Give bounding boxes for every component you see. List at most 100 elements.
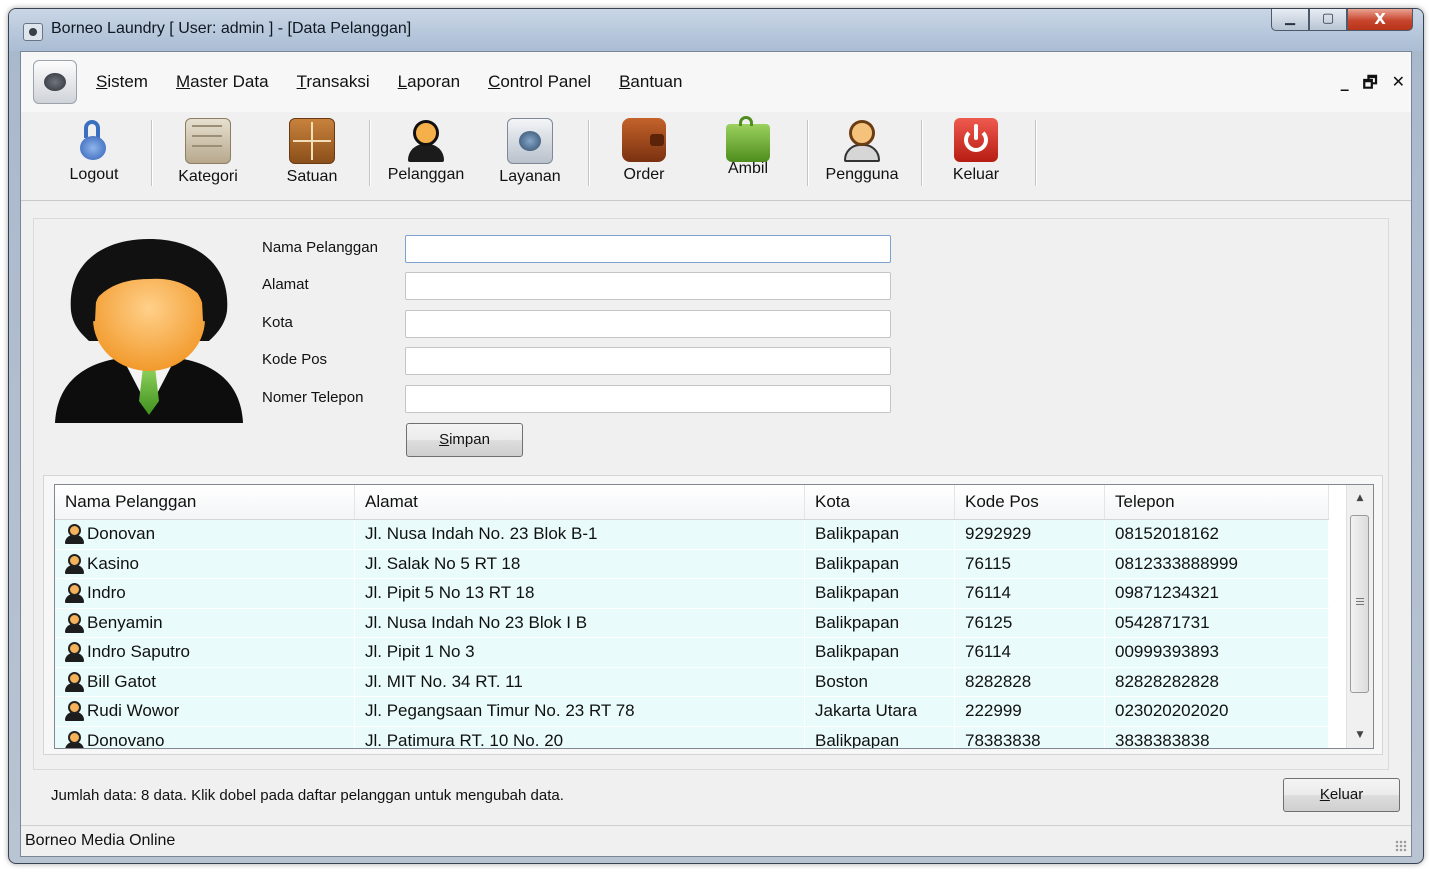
status-bar: Borneo Media Online [21,825,1411,856]
cell-kota: Balikpapan [805,520,955,548]
mdi-controls: _ 🗗 ✕ [1341,72,1405,99]
toolbar-separator [588,120,590,186]
nomer-telepon-label: Nomer Telepon [262,389,364,406]
cell-kode-pos: 8282828 [955,667,1105,696]
app-icon[interactable] [23,23,43,41]
simpan-button[interactable]: Simpan [406,423,523,457]
toolbar-layanan-label: Layanan [499,168,561,185]
toolbar-separator [807,120,809,186]
toolbar-ambil-label: Ambil [727,160,768,177]
column-header-telepon[interactable]: Telepon [1105,485,1329,519]
customer-row-icon [63,671,85,693]
menu-master-data-mnemonic: M [175,72,191,91]
main-window: Borneo Laundry [ User: admin ] - [Data P… [8,8,1424,864]
scroll-down-arrow-icon[interactable]: ▼ [1347,724,1373,746]
toolbar-kategori-button[interactable]: Kategori [165,118,251,192]
grid-icon [289,118,335,164]
toolbar-satuan-button[interactable]: Satuan [269,118,355,192]
scrollbar-thumb[interactable] [1350,515,1369,693]
customer-name-text: Donovan [87,524,156,543]
cell-alamat: Jl. Nusa Indah No 23 Blok I B [355,608,805,637]
cell-telepon: 023020202020 [1105,697,1329,725]
keluar-button[interactable]: Keluar [1283,778,1400,812]
cell-alamat: Jl. Pipit 5 No 13 RT 18 [355,579,805,607]
kode-pos-input[interactable] [405,347,891,375]
customer-list-frame: Nama Pelanggan Alamat Kota Kode Pos Tele… [43,475,1383,755]
lock-icon [72,118,116,162]
table-row[interactable]: Kasino Jl. Salak No 5 RT 18 Balikpapan 7611… [55,549,1329,579]
customer-name-text: Bill Gatot [87,671,156,691]
kota-input[interactable] [405,310,891,338]
menu-master-data[interactable]: Master Data [176,72,269,92]
table-row[interactable]: Indro Jl. Pipit 5 No 13 RT 18 Balikpapan 76… [55,579,1329,609]
customer-name-text: Rudi Wowor [87,701,180,720]
customer-name-text: Indro [87,583,126,602]
cell-kode-pos: 76114 [955,638,1105,666]
cell-telepon: 08152018162 [1105,520,1329,548]
kota-label: Kota [262,314,293,331]
mdi-minimize-button[interactable]: _ [1341,72,1349,99]
menu-sistem[interactable]: Sistem [96,72,148,92]
column-header-kode-pos[interactable]: Kode Pos [955,485,1105,519]
status-text: Borneo Media Online [25,832,176,849]
table-row[interactable]: Donovano Jl. Patimura RT. 10 No. 20 Balikp… [55,726,1329,748]
toolbar-order-button[interactable]: Order [601,118,687,192]
minimize-button[interactable]: ▁ [1271,9,1309,31]
cell-telepon: 0542871731 [1105,608,1329,637]
maximize-button[interactable]: ▢ [1309,9,1347,31]
mdi-close-button[interactable]: ✕ [1392,72,1405,99]
resize-grip-icon[interactable] [1395,840,1407,852]
alamat-input[interactable] [405,272,891,300]
washer-icon [507,118,553,164]
column-header-alamat[interactable]: Alamat [355,485,805,519]
customer-avatar-icon [55,239,243,423]
cell-nama: Donovano [55,726,355,748]
table-row[interactable]: Indro Saputro Jl. Pipit 1 No 3 Balikpapan 7… [55,638,1329,668]
cell-kode-pos: 222999 [955,697,1105,725]
title-bar[interactable]: Borneo Laundry [ User: admin ] - [Data P… [9,9,1423,51]
menu-transaksi[interactable]: Transaksi [297,72,370,92]
column-header-nama[interactable]: Nama Pelanggan [55,485,355,519]
application-menu-button[interactable] [33,60,77,104]
menu-control-panel-label: ontrol Panel [500,72,592,91]
table-row[interactable]: Rudi Wowor Jl. Pegangsaan Timur No. 23 RT… [55,697,1329,727]
toolbar-logout-button[interactable]: Logout [51,118,137,192]
toolbar-keluar-button[interactable]: Keluar [933,118,1019,192]
cell-alamat: Jl. MIT No. 34 RT. 11 [355,667,805,696]
vertical-scrollbar[interactable]: ▲ ▼ [1346,485,1373,748]
nomer-telepon-input[interactable] [405,385,891,413]
customer-table[interactable]: Nama Pelanggan Alamat Kota Kode Pos Tele… [54,484,1374,749]
cabinet-icon [185,118,231,164]
column-header-kota[interactable]: Kota [805,485,955,519]
toolbar-ambil-button[interactable]: Ambil [705,116,791,192]
table-header: Nama Pelanggan Alamat Kota Kode Pos Tele… [55,485,1329,520]
mdi-restore-button[interactable]: 🗗 [1363,72,1378,99]
nama-pelanggan-label: Nama Pelanggan [262,239,378,256]
close-button[interactable]: X [1347,9,1413,31]
table-row[interactable]: Benyamin Jl. Nusa Indah No 23 Blok I B Bal… [55,608,1329,638]
toolbar-order-label: Order [623,166,665,183]
nama-pelanggan-input[interactable] [405,235,891,263]
cell-telepon: 00999393893 [1105,638,1329,666]
customer-row-icon [63,612,85,634]
menu-laporan[interactable]: Laporan [398,72,460,92]
simpan-mnemonic: S [439,431,450,448]
scroll-up-arrow-icon[interactable]: ▲ [1347,487,1373,509]
toolbar-layanan-button[interactable]: Layanan [487,118,573,192]
toolbar-pelanggan-button[interactable]: Pelanggan [381,118,471,192]
menu-sistem-mnemonic: S [96,72,108,91]
customer-name-text: Kasino [87,553,139,573]
cell-telepon: 0812333888999 [1105,549,1329,578]
toolbar-kategori-label: Kategori [178,168,238,185]
toolbar-separator [1035,120,1037,186]
cell-nama: Benyamin [55,608,355,637]
menu-bantuan[interactable]: Bantuan [619,72,682,92]
table-row[interactable]: Donovan Jl. Nusa Indah No. 23 Blok B-1 Bal… [55,520,1329,550]
cell-nama: Kasino [55,549,355,578]
table-row[interactable]: Bill Gatot Jl. MIT No. 34 RT. 11 Boston 828… [55,667,1329,697]
cell-kode-pos: 9292929 [955,520,1105,548]
toolbar-pengguna-button[interactable]: Pengguna [817,118,907,192]
cell-kota: Balikpapan [805,579,955,607]
menu-control-panel[interactable]: Control Panel [488,72,591,92]
toolbar-separator [369,120,371,186]
